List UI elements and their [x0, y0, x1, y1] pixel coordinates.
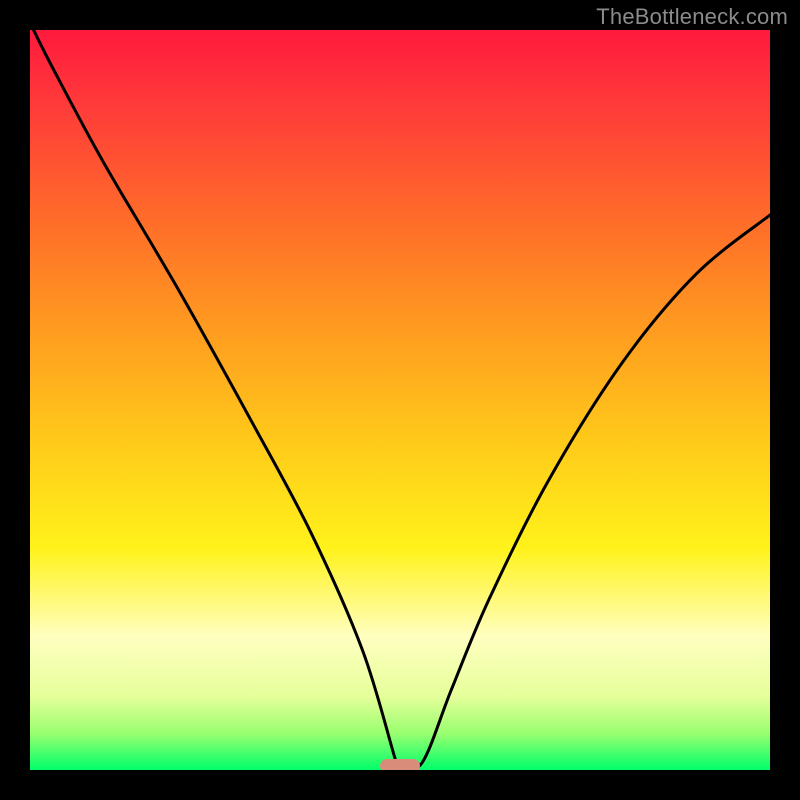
minimum-marker	[380, 759, 420, 770]
watermark-text: TheBottleneck.com	[596, 4, 788, 30]
bottleneck-curve	[30, 30, 770, 770]
plot-area	[30, 30, 770, 770]
chart-frame: TheBottleneck.com	[0, 0, 800, 800]
